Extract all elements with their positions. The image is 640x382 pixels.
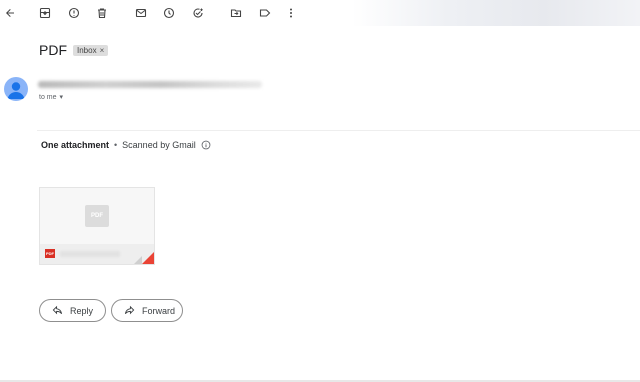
report-spam-icon[interactable]	[66, 5, 82, 21]
attachment-name-redacted	[60, 251, 120, 257]
subject-row: PDF Inbox ×	[39, 41, 109, 59]
info-icon[interactable]	[201, 140, 211, 150]
reply-icon	[52, 305, 63, 315]
remove-label-icon[interactable]: ×	[100, 46, 105, 55]
sender-name-redacted	[38, 81, 262, 88]
label-chip-text: Inbox	[77, 45, 97, 55]
pdf-thumbnail-icon: PDF	[85, 205, 109, 227]
attachment-card[interactable]: PDF PDF	[39, 187, 155, 265]
attachment-thumbnail: PDF	[40, 188, 154, 244]
reply-button[interactable]: Reply	[39, 299, 106, 322]
message-toolbar	[0, 0, 640, 26]
email-subject: PDF	[39, 42, 67, 58]
sender-avatar[interactable]	[4, 77, 28, 101]
pdf-file-icon: PDF	[45, 249, 55, 258]
more-vert-icon[interactable]	[283, 5, 299, 21]
attachments-header: One attachment • Scanned by Gmail	[41, 140, 211, 150]
forward-button[interactable]: Forward	[111, 299, 183, 322]
details-caret-icon[interactable]: ▾	[60, 93, 64, 101]
divider	[37, 130, 640, 131]
to-me-text: to me	[39, 93, 57, 101]
move-to-icon[interactable]	[228, 5, 244, 21]
person-icon	[7, 82, 25, 99]
label-icon[interactable]	[257, 5, 273, 21]
separator-dot: •	[114, 140, 118, 150]
attachment-count: One attachment	[41, 140, 110, 150]
archive-icon[interactable]	[37, 5, 53, 21]
scanned-by-gmail: Scanned by Gmail	[122, 140, 196, 150]
inbox-label-chip[interactable]: Inbox ×	[73, 44, 109, 56]
forward-icon	[124, 305, 135, 315]
corner-fold-icon	[141, 251, 154, 264]
back-arrow-icon[interactable]	[2, 5, 18, 21]
reply-label: Reply	[70, 305, 94, 316]
add-task-icon[interactable]	[190, 5, 206, 21]
recipient-details[interactable]: to me ▾	[39, 93, 64, 102]
forward-label: Forward	[142, 305, 176, 316]
mark-unread-icon[interactable]	[133, 5, 149, 21]
snooze-icon[interactable]	[161, 5, 177, 21]
delete-icon[interactable]	[94, 5, 110, 21]
